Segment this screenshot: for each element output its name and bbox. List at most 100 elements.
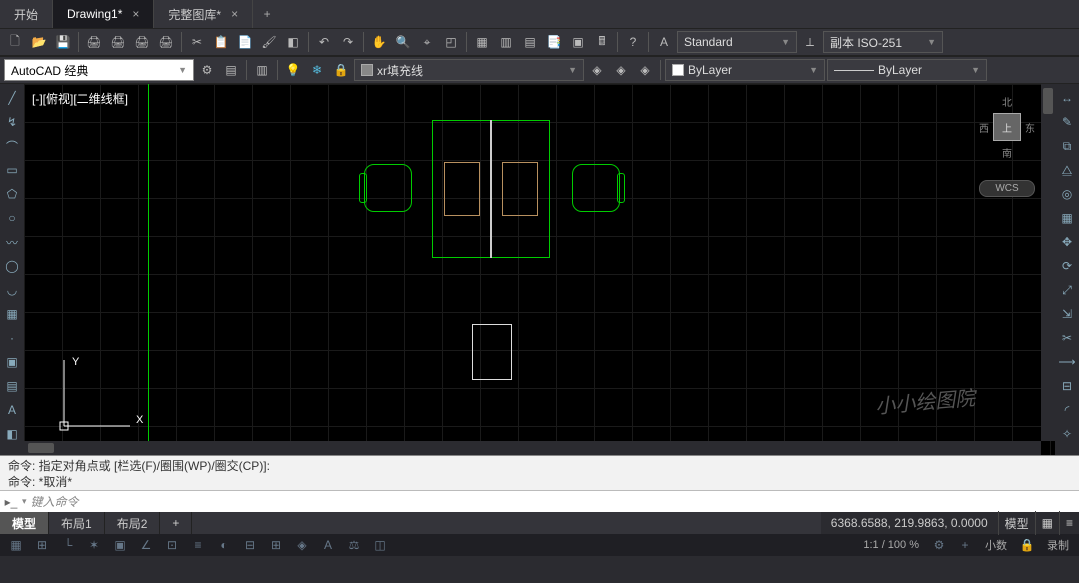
record-button[interactable]: 录制 [1043, 537, 1073, 553]
units-readout[interactable]: 小数 [981, 537, 1011, 553]
text-tool[interactable]: A [2, 400, 22, 420]
rotate-tool[interactable]: ⟳ [1057, 256, 1077, 276]
workspace-select[interactable]: AutoCAD 经典 ▼ [4, 59, 194, 81]
explode-tool[interactable]: ✧ [1057, 424, 1077, 444]
text-style-icon[interactable]: A [653, 31, 675, 53]
command-prompt-icon[interactable]: ▸_ [0, 495, 22, 509]
zoom-readout[interactable]: 1:1 / 100 % [859, 539, 923, 551]
zoom-extents-button[interactable]: ◰ [440, 31, 462, 53]
osnap-toggle[interactable]: ▣ [110, 536, 130, 554]
circle-tool[interactable]: ○ [2, 208, 22, 228]
vertical-scrollbar[interactable] [1041, 84, 1055, 441]
paste-button[interactable]: 📄 [234, 31, 256, 53]
polar-toggle[interactable]: ✶ [84, 536, 104, 554]
lock-icon[interactable]: 🔒 [1017, 536, 1037, 554]
viewcube-top[interactable]: 上 [993, 113, 1021, 141]
close-icon[interactable]: × [231, 7, 238, 21]
fillet-tool[interactable]: ◜ [1057, 400, 1077, 420]
ellipse-arc-tool[interactable]: ◡ [2, 280, 22, 300]
ucs-indicator[interactable]: Y X [56, 354, 136, 437]
otrack-toggle[interactable]: ∠ [136, 536, 156, 554]
scroll-thumb[interactable] [28, 443, 54, 453]
copy-tool[interactable]: ⧉ [1057, 136, 1077, 156]
layer-dropdown[interactable]: xr填充线 ▼ [354, 59, 584, 81]
plot-button[interactable]: 🖨 [155, 31, 177, 53]
dim-style-dropdown[interactable]: 副本 ISO-251 ▼ [823, 31, 943, 53]
drawing-canvas[interactable]: [-][俯视][二维线框] Y X 北 西 上 东 南 [24, 84, 1055, 455]
menu-button[interactable]: ≡ [1059, 511, 1079, 535]
save-button[interactable]: 💾 [52, 31, 74, 53]
lineweight-dropdown[interactable]: ByLayer ▼ [827, 59, 987, 81]
qp-toggle[interactable]: ⊟ [240, 536, 260, 554]
grid-toggle[interactable]: ⊞ [32, 536, 52, 554]
tab-model[interactable]: 模型 [0, 512, 49, 534]
command-history[interactable]: 命令: 指定对角点或 [栏选(F)/圈围(WP)/圈交(CP)]: 命令: *取… [0, 456, 1079, 490]
block-tool[interactable]: ▣ [2, 352, 22, 372]
cut-button[interactable]: ✂ [186, 31, 208, 53]
wcs-badge[interactable]: WCS [979, 180, 1035, 197]
copy-button[interactable]: 📋 [210, 31, 232, 53]
stretch-tool[interactable]: ⇲ [1057, 304, 1077, 324]
line-tool[interactable]: ╱ [2, 88, 22, 108]
layer-match-button[interactable]: ◈ [634, 59, 656, 81]
open-file-button[interactable]: 📂 [28, 31, 50, 53]
ann2-toggle[interactable]: ⚖ [344, 536, 364, 554]
tab-layout2[interactable]: 布局2 [105, 512, 161, 534]
redo-button[interactable]: ↷ [337, 31, 359, 53]
move2-tool[interactable]: ✥ [1057, 232, 1077, 252]
ann-toggle[interactable]: A [318, 536, 338, 554]
lock-icon[interactable]: 🔒 [330, 59, 352, 81]
transparency-toggle[interactable]: ◐ [214, 536, 234, 554]
freeze-icon[interactable]: ❄ [306, 59, 328, 81]
help-button[interactable]: ? [622, 31, 644, 53]
command-line[interactable]: ▸_ ▾ 键入命令 [0, 490, 1079, 512]
block-button[interactable]: ◧ [282, 31, 304, 53]
markup-button[interactable]: ▣ [567, 31, 589, 53]
sc-toggle[interactable]: ⊞ [266, 536, 286, 554]
new-tab-button[interactable]: + [253, 0, 281, 28]
lwt-toggle[interactable]: ≡ [188, 536, 208, 554]
ellipse-tool[interactable]: ◯ [2, 256, 22, 276]
tab-library[interactable]: 完整图库* × [154, 0, 253, 28]
lightbulb-icon[interactable]: 💡 [282, 59, 304, 81]
pan-button[interactable]: ✋ [368, 31, 390, 53]
plus-icon[interactable]: + [955, 536, 975, 554]
region-tool[interactable]: ◧ [2, 424, 22, 444]
sheet-set-button[interactable]: 📑 [543, 31, 565, 53]
coordinates-readout[interactable]: 6368.6588, 219.9863, 0.0000 [821, 516, 998, 530]
arc-tool[interactable]: ⌒ [2, 136, 22, 156]
properties-button[interactable]: ▦ [471, 31, 493, 53]
point-tool[interactable]: · [2, 328, 22, 348]
scale-tool[interactable]: ⤢ [1057, 280, 1077, 300]
calculator-button[interactable]: 🖩 [591, 31, 613, 53]
tab-drawing1[interactable]: Drawing1* × [53, 0, 154, 28]
new-file-button[interactable]: 🗋 [4, 31, 26, 53]
design-center-button[interactable]: ▥ [495, 31, 517, 53]
tab-start[interactable]: 开始 [0, 0, 53, 28]
match-button[interactable]: 🖌 [258, 31, 280, 53]
command-input[interactable]: 键入命令 [27, 493, 1079, 510]
new-layout-button[interactable]: + [160, 512, 192, 534]
break-tool[interactable]: ⊟ [1057, 376, 1077, 396]
mirror-tool[interactable]: ⧋ [1057, 160, 1077, 180]
layer-prev-button[interactable]: ◈ [610, 59, 632, 81]
viewcube[interactable]: 北 西 上 东 南 WCS [979, 94, 1035, 197]
3d-toggle[interactable]: ◫ [370, 536, 390, 554]
zoom-button[interactable]: 🔍 [392, 31, 414, 53]
undo-button[interactable]: ↶ [313, 31, 335, 53]
dyn-toggle[interactable]: ⊡ [162, 536, 182, 554]
text-style-dropdown[interactable]: Standard ▼ [677, 31, 797, 53]
viewport-label[interactable]: [-][俯视][二维线框] [32, 90, 128, 107]
tool-palettes-button[interactable]: ▤ [519, 31, 541, 53]
hatch-tool[interactable]: ▦ [2, 304, 22, 324]
offset-tool[interactable]: ◎ [1057, 184, 1077, 204]
extend-tool[interactable]: ⟶ [1057, 352, 1077, 372]
move-tool[interactable]: ↔ [1057, 88, 1077, 108]
scroll-thumb[interactable] [1043, 88, 1053, 114]
model-space-button[interactable]: 模型 [998, 511, 1035, 535]
rectangle-tool[interactable]: ▭ [2, 160, 22, 180]
spline-tool[interactable]: 〰 [2, 232, 22, 252]
array-tool[interactable]: ▦ [1057, 208, 1077, 228]
grid-toggle-button[interactable]: ▦ [1035, 511, 1059, 535]
color-dropdown[interactable]: ByLayer ▼ [665, 59, 825, 81]
